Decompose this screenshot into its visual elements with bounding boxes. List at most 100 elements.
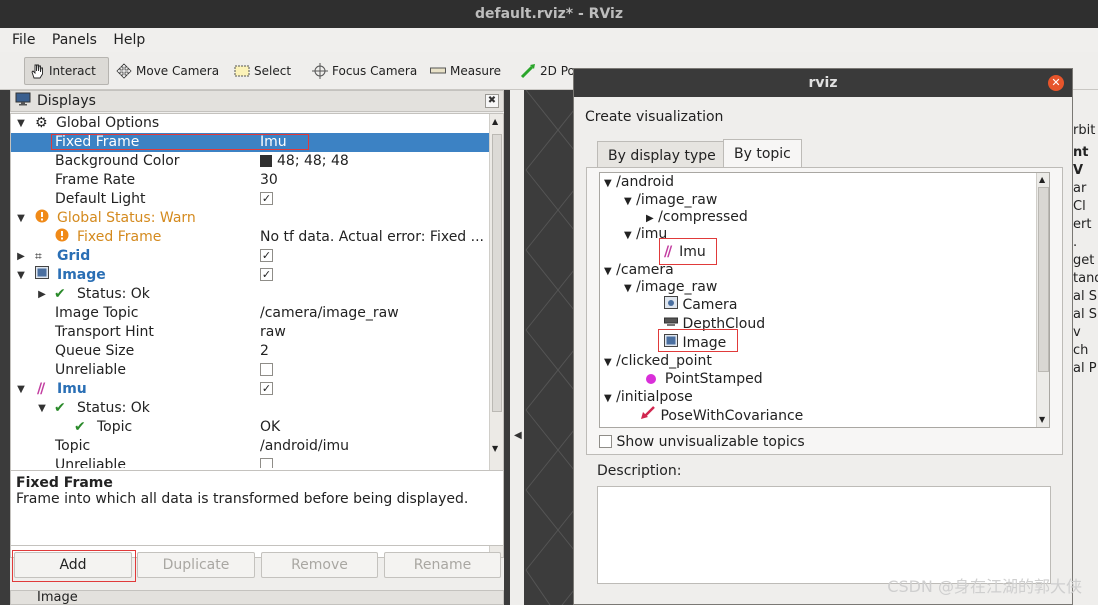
imu-checkbox[interactable]: ✓: [260, 381, 273, 395]
duplicate-button[interactable]: Duplicate: [137, 552, 255, 578]
default-light-checkbox[interactable]: ✓: [260, 191, 273, 205]
tree-row-image-status[interactable]: ▶ ✔ Status: Ok: [11, 285, 489, 304]
tree-row-status-fixed-frame[interactable]: Fixed Frame No tf data. Actual error: Fi…: [11, 228, 489, 247]
displays-button-row: Add Duplicate Remove Rename: [10, 550, 504, 582]
tree-row-topic[interactable]: Topic /android/imu: [11, 437, 489, 456]
select-button[interactable]: Select: [230, 57, 291, 85]
image-topic-value[interactable]: /camera/image_raw: [260, 304, 488, 323]
chevron-down-icon[interactable]: ▼: [15, 266, 27, 285]
rename-button[interactable]: Rename: [384, 552, 501, 578]
menu-panels[interactable]: Panels: [52, 28, 97, 52]
remove-button[interactable]: Remove: [261, 552, 378, 578]
monitor-icon: [15, 92, 31, 110]
image-checkbox[interactable]: ✓: [260, 267, 273, 281]
tree-row-queue-size[interactable]: Queue Size 2: [11, 342, 489, 361]
image-panel-header: Image: [10, 590, 504, 605]
interact-button[interactable]: Interact: [24, 57, 109, 85]
chevron-right-icon[interactable]: ▶: [15, 247, 27, 266]
checkmark-icon: ✔: [54, 286, 66, 302]
right-strip-text: ert .: [1073, 217, 1092, 250]
measure-button[interactable]: Measure: [426, 57, 501, 85]
tree-row-image-topic[interactable]: Image Topic /camera/image_raw: [11, 304, 489, 323]
tree-node-cam-image-raw[interactable]: ▼ /image_raw: [624, 278, 717, 296]
scroll-down-icon[interactable]: ▼: [1039, 415, 1045, 424]
menu-help[interactable]: Help: [113, 28, 145, 52]
transport-hint-label: Transport Hint: [55, 324, 154, 340]
chevron-down-icon[interactable]: ▼: [604, 178, 612, 189]
tree-row-imu-status[interactable]: ▼ ✔ Status: Ok: [11, 399, 489, 418]
scroll-thumb[interactable]: [1038, 187, 1049, 372]
tab-by-topic[interactable]: By topic: [723, 139, 802, 169]
topic-value[interactable]: /android/imu: [260, 437, 488, 456]
unreliable-2-checkbox[interactable]: [260, 457, 273, 468]
tree-node-clicked-point[interactable]: ▼ /clicked_point: [604, 352, 712, 370]
menu-file[interactable]: File: [12, 28, 35, 52]
tree-leaf-camera[interactable]: Camera: [664, 296, 737, 314]
move-camera-button[interactable]: Move Camera: [112, 57, 219, 85]
select-label: Select: [254, 64, 292, 78]
displays-panel: Displays ✖ ▼ ⚙ Global Options Fixed Fram…: [10, 90, 504, 605]
tree-row-imu[interactable]: ▼ // Imu ✓: [11, 380, 489, 399]
tree-row-global-status[interactable]: ▼ Global Status: Warn: [11, 209, 489, 228]
chevron-down-icon[interactable]: ▼: [604, 357, 612, 368]
topic-label: Topic: [55, 438, 91, 454]
tree-node-compressed[interactable]: ▶ /compressed: [646, 208, 748, 226]
chevron-down-icon[interactable]: ▼: [624, 283, 632, 294]
tree-row-default-light[interactable]: Default Light ✓: [11, 190, 489, 209]
render-viewport[interactable]: ◀: [510, 89, 575, 605]
tree-node-image-raw[interactable]: ▼ /image_raw: [624, 191, 717, 209]
scroll-down-icon[interactable]: ▼: [492, 444, 498, 453]
chevron-down-icon[interactable]: ▼: [15, 114, 27, 133]
create-visualization-dialog: rviz ✕ Create visualization By display t…: [573, 68, 1073, 605]
imu-status-label: Status: Ok: [77, 400, 150, 416]
tree-node-initialpose[interactable]: ▼ /initialpose: [604, 388, 693, 406]
chevron-down-icon[interactable]: ▼: [15, 380, 27, 399]
tree-row-frame-rate[interactable]: Frame Rate 30: [11, 171, 489, 190]
tree-row-global-options[interactable]: ▼ ⚙ Global Options: [11, 114, 489, 133]
tree-row-background-color[interactable]: Background Color 48; 48; 48: [11, 152, 489, 171]
chevron-down-icon[interactable]: ▼: [624, 230, 632, 241]
tree-node-camera[interactable]: ▼ /camera: [604, 261, 674, 279]
right-strip-text: tand: [1073, 271, 1098, 286]
tree-row-unreliable-2[interactable]: Unreliable: [11, 456, 489, 468]
scroll-thumb[interactable]: [492, 134, 502, 412]
chevron-right-icon[interactable]: ▶: [646, 213, 654, 224]
scroll-up-icon[interactable]: ▲: [492, 117, 498, 126]
tree-row-transport-hint[interactable]: Transport Hint raw: [11, 323, 489, 342]
chevron-down-icon[interactable]: ▼: [604, 266, 612, 277]
watermark: CSDN @身在江湖的郭大侠: [887, 577, 1082, 596]
tree-node-android[interactable]: ▼ /android: [604, 173, 674, 191]
chevron-down-icon[interactable]: ▼: [624, 196, 632, 207]
topic-ok-label: Topic: [97, 419, 133, 435]
frame-rate-value[interactable]: 30: [260, 171, 488, 190]
close-icon[interactable]: ✖: [485, 94, 499, 108]
global-status-label: Global Status: Warn: [57, 210, 196, 226]
pose-estimate-button[interactable]: 2D Pose Estimate: [516, 57, 576, 85]
background-color-value[interactable]: 48; 48; 48: [260, 152, 488, 171]
queue-size-value[interactable]: 2: [260, 342, 488, 361]
tree-row-unreliable[interactable]: Unreliable: [11, 361, 489, 380]
tree-row-topic-ok[interactable]: ✔ Topic OK: [11, 418, 489, 437]
chevron-down-icon[interactable]: ▼: [604, 393, 612, 404]
unreliable-checkbox[interactable]: [260, 362, 273, 376]
tree-leaf-pointstamped[interactable]: PointStamped: [646, 370, 763, 388]
tree-row-grid[interactable]: ▶ ⌗ Grid ✓: [11, 247, 489, 266]
chevron-down-icon[interactable]: ▼: [15, 209, 27, 228]
grid-checkbox[interactable]: ✓: [260, 248, 273, 262]
posewithcov-label: PoseWithCovariance: [660, 408, 804, 424]
imu-icon: //: [37, 381, 45, 397]
show-unvisualizable-checkbox[interactable]: [599, 434, 612, 448]
focus-camera-button[interactable]: Focus Camera: [308, 57, 417, 85]
show-unvisualizable-row[interactable]: Show unvisualizable topics: [599, 434, 805, 450]
scroll-up-icon[interactable]: ▲: [1039, 175, 1045, 184]
tab-by-display-type[interactable]: By display type: [597, 141, 727, 169]
tree-row-image[interactable]: ▼ Image ✓: [11, 266, 489, 285]
chevron-right-icon[interactable]: ▶: [36, 285, 48, 304]
topic-tree-scrollbar[interactable]: ▲ ▼: [1036, 173, 1049, 427]
chevron-down-icon[interactable]: ▼: [36, 399, 48, 418]
frame-rate-label: Frame Rate: [55, 172, 136, 188]
right-strip-text: rbit: [1073, 123, 1096, 138]
transport-hint-value[interactable]: raw: [260, 323, 488, 342]
tree-leaf-posewithcovariance[interactable]: PoseWithCovariance: [640, 406, 803, 424]
close-icon[interactable]: ✕: [1048, 75, 1064, 91]
